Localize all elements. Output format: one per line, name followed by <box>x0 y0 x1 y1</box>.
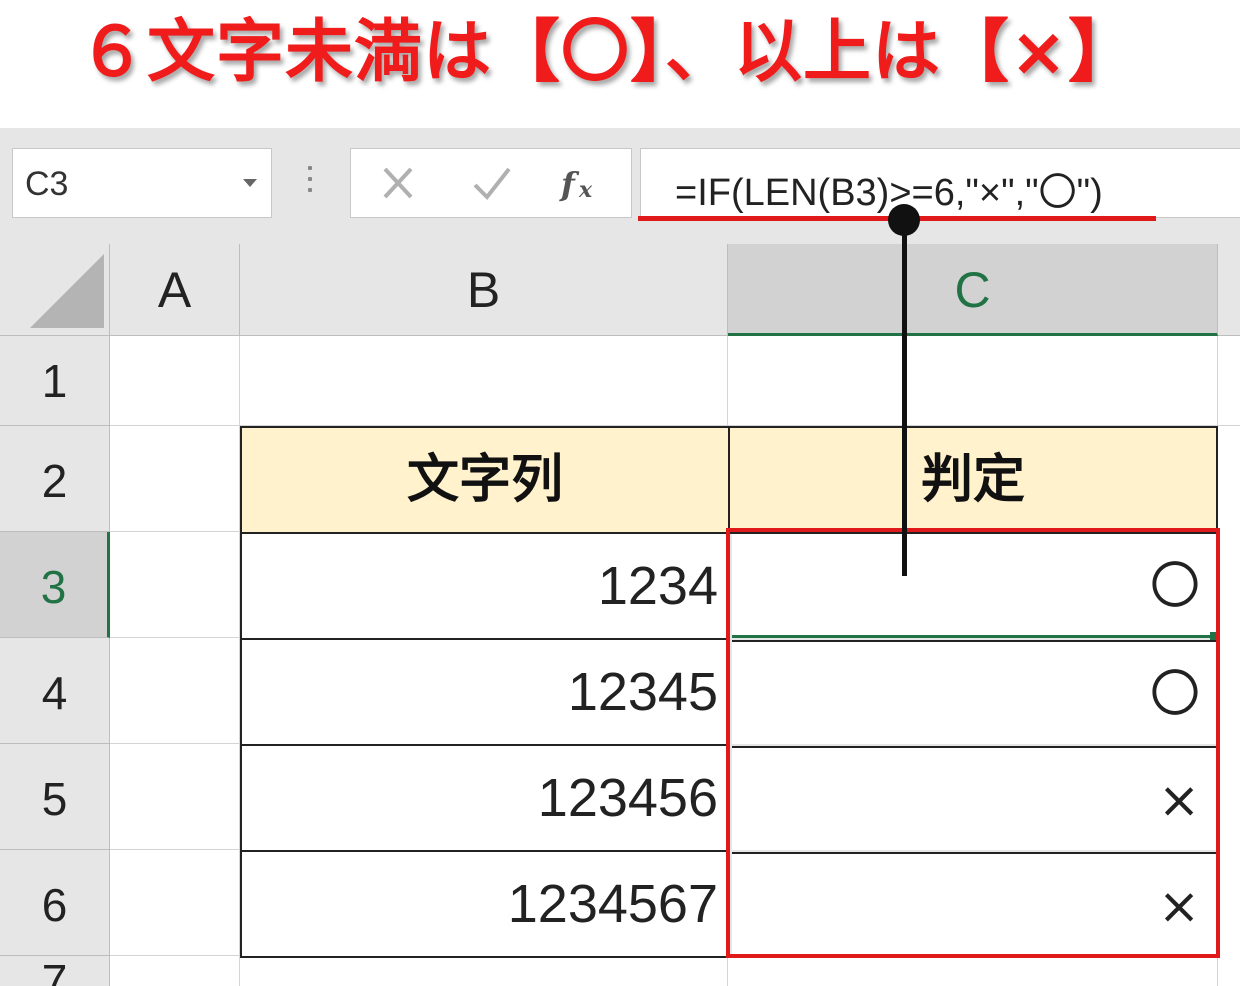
cell-d1[interactable] <box>1218 336 1240 426</box>
row-header-6[interactable]: 6 <box>0 850 110 956</box>
callout-dot <box>888 204 920 236</box>
cross-icon[interactable] <box>375 163 425 205</box>
column-header-c[interactable]: C <box>728 244 1218 336</box>
name-box[interactable]: C3 <box>12 148 272 218</box>
table-cell-c4[interactable]: 〇 <box>732 640 1216 744</box>
cell-b1[interactable] <box>240 336 728 426</box>
cell-a5[interactable] <box>110 744 240 850</box>
table-cell-c6[interactable]: × <box>732 852 1216 956</box>
callout-line <box>902 220 907 576</box>
table-cell-b3[interactable]: 1234 <box>240 532 730 640</box>
spreadsheet-window: C3 f x =IF(LEN(B3)>=6,"×","〇") A B C 1 2… <box>0 128 1240 986</box>
title-banner: ６文字未満は【〇】、以上は【×】 <box>0 0 1240 128</box>
formula-text: =IF(LEN(B3)>=6,"×","〇") <box>675 172 1103 214</box>
fill-handle[interactable] <box>1210 632 1218 640</box>
chevron-down-icon[interactable] <box>243 179 257 187</box>
cell-a4[interactable] <box>110 638 240 744</box>
active-cell-border <box>732 635 1212 638</box>
cell-a3[interactable] <box>110 532 240 638</box>
cell-a1[interactable] <box>110 336 240 426</box>
cell-b7[interactable] <box>240 956 728 986</box>
cell-c7[interactable] <box>728 956 1218 986</box>
page-title: ６文字未満は【〇】、以上は【×】 <box>78 13 1137 92</box>
column-header-b[interactable]: B <box>240 244 728 336</box>
formula-buttons: f x <box>350 148 632 218</box>
column-header-d[interactable] <box>1218 244 1240 336</box>
check-icon[interactable] <box>467 163 517 205</box>
table-cell-b5[interactable]: 123456 <box>240 744 730 852</box>
row-header-4[interactable]: 4 <box>0 638 110 744</box>
name-box-value: C3 <box>25 165 69 203</box>
cell-a7[interactable] <box>110 956 240 986</box>
row-header-7[interactable]: 7 <box>0 956 110 986</box>
table-cell-c5[interactable]: × <box>732 746 1216 850</box>
fx-icon[interactable]: f x <box>557 163 607 205</box>
cell-a6[interactable] <box>110 850 240 956</box>
table-cell-b6[interactable]: 1234567 <box>240 850 730 958</box>
row-header-2[interactable]: 2 <box>0 426 110 532</box>
sheet-grid: A B C 1 2 3 4 5 6 7 文字列 判定 1234 12345 12… <box>0 244 1240 986</box>
cell-c1[interactable] <box>728 336 1218 426</box>
table-cell-b4[interactable]: 12345 <box>240 638 730 746</box>
table-header-judgement[interactable]: 判定 <box>728 426 1218 534</box>
svg-text:f: f <box>559 165 580 203</box>
formula-input[interactable]: =IF(LEN(B3)>=6,"×","〇") <box>640 148 1240 218</box>
row-header-3[interactable]: 3 <box>0 532 110 638</box>
select-all-button[interactable] <box>0 244 110 336</box>
column-header-a[interactable]: A <box>110 244 240 336</box>
table-cell-c3[interactable]: 〇 <box>732 534 1216 638</box>
more-options-icon[interactable] <box>306 166 314 202</box>
table-header-string[interactable]: 文字列 <box>240 426 730 534</box>
row-header-5[interactable]: 5 <box>0 744 110 850</box>
row-header-1[interactable]: 1 <box>0 336 110 426</box>
cell-a2[interactable] <box>110 426 240 532</box>
svg-text:x: x <box>578 177 593 203</box>
column-d-cells[interactable] <box>1218 426 1240 986</box>
